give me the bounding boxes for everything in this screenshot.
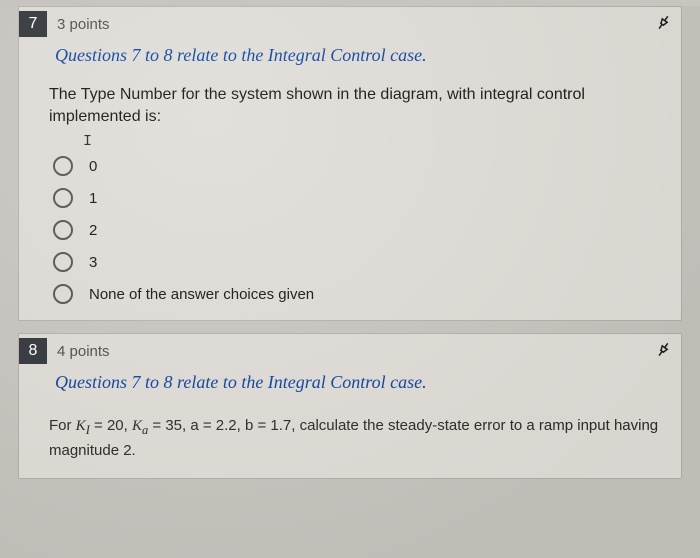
- question-number-badge: 8: [19, 338, 47, 364]
- var-K: K: [76, 418, 86, 434]
- option-row[interactable]: 0: [19, 150, 681, 182]
- option-label: 2: [89, 222, 97, 239]
- radio-icon[interactable]: [53, 252, 73, 272]
- question-header: 8 4 points: [19, 334, 681, 368]
- points-label: 3 points: [57, 16, 110, 33]
- section-note: Questions 7 to 8 relate to the Integral …: [19, 41, 681, 78]
- question-card-7: 7 3 points Questions 7 to 8 relate to th…: [18, 6, 682, 321]
- radio-icon[interactable]: [53, 188, 73, 208]
- pin-icon[interactable]: [648, 9, 676, 38]
- var-Ka: K: [132, 418, 142, 434]
- option-row[interactable]: 3: [19, 246, 681, 278]
- points-label: 4 points: [57, 343, 110, 360]
- option-row[interactable]: None of the answer choices given: [19, 278, 681, 310]
- question-text: For KI = 20, Ka = 35, a = 2.2, b = 1.7, …: [19, 405, 681, 478]
- var-K-val: = 20,: [90, 417, 132, 434]
- option-row[interactable]: 1: [19, 182, 681, 214]
- option-label: 1: [89, 190, 97, 207]
- question-number-badge: 7: [19, 11, 47, 37]
- question-text: The Type Number for the system shown in …: [19, 78, 681, 133]
- radio-icon[interactable]: [53, 284, 73, 304]
- radio-icon[interactable]: [53, 220, 73, 240]
- question-card-8: 8 4 points Questions 7 to 8 relate to th…: [18, 333, 682, 479]
- question-header: 7 3 points: [19, 7, 681, 41]
- option-row[interactable]: 2: [19, 214, 681, 246]
- params-prefix: For: [49, 417, 76, 434]
- text-cursor: I: [19, 133, 681, 150]
- option-label: 0: [89, 158, 97, 175]
- option-label: None of the answer choices given: [89, 286, 314, 303]
- pin-icon[interactable]: [648, 337, 676, 366]
- section-note: Questions 7 to 8 relate to the Integral …: [19, 368, 681, 405]
- radio-icon[interactable]: [53, 156, 73, 176]
- option-label: 3: [89, 254, 97, 271]
